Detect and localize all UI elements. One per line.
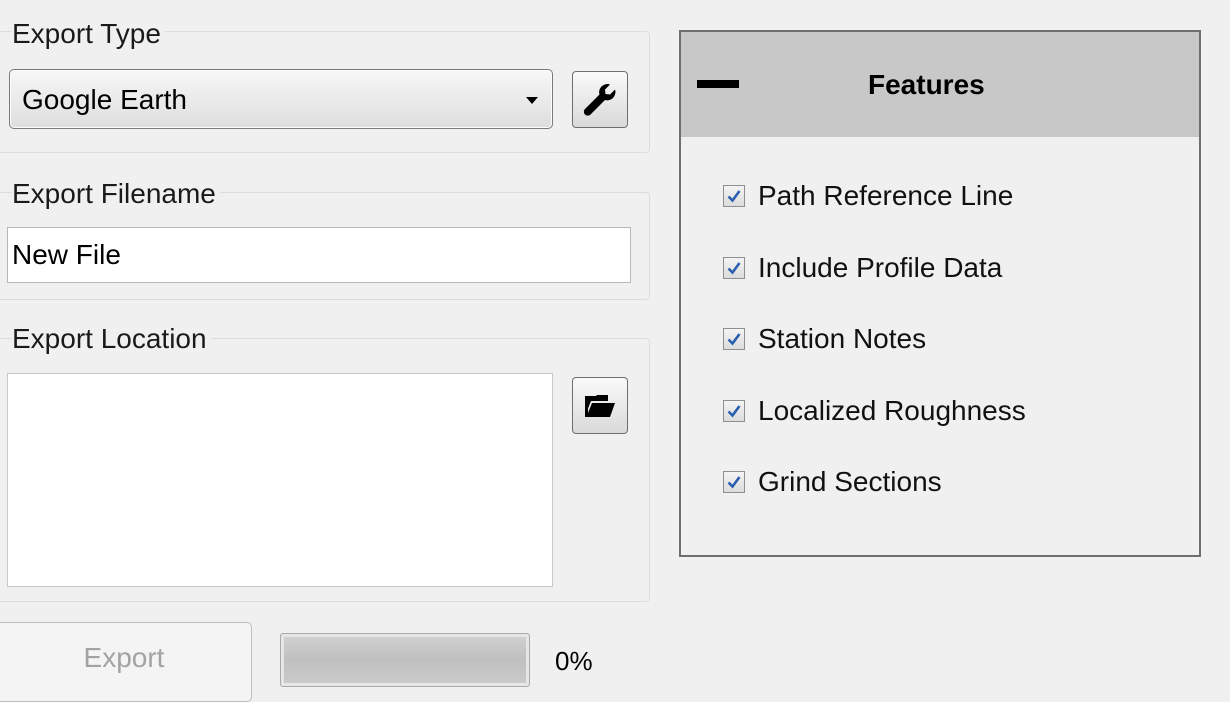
browse-location-button[interactable]: [572, 377, 628, 434]
features-panel: Features Path Reference Line Include Pro…: [679, 30, 1201, 557]
export-settings-button[interactable]: [572, 71, 628, 128]
feature-grind-sections[interactable]: Grind Sections: [723, 465, 942, 499]
checkmark-icon: [727, 262, 741, 275]
checkmark-icon: [727, 405, 741, 418]
export-type-dropdown[interactable]: Google Earth: [9, 69, 553, 129]
checkbox[interactable]: [723, 471, 745, 493]
export-type-label: Export Type: [12, 18, 165, 50]
export-location-field[interactable]: [7, 373, 553, 587]
minus-icon: [697, 80, 739, 88]
feature-label: Grind Sections: [758, 466, 942, 497]
feature-label: Path Reference Line: [758, 180, 1014, 211]
checkmark-icon: [727, 476, 741, 489]
folder-open-icon: [585, 394, 615, 417]
chevron-down-icon: [526, 97, 538, 104]
feature-localized-roughness[interactable]: Localized Roughness: [723, 394, 1026, 428]
feature-include-profile-data[interactable]: Include Profile Data: [723, 251, 1002, 285]
checkbox[interactable]: [723, 257, 745, 279]
export-type-selected-value: Google Earth: [22, 84, 187, 115]
feature-label: Include Profile Data: [758, 252, 1003, 283]
checkbox[interactable]: [723, 185, 745, 207]
features-header: Features: [681, 32, 1199, 137]
export-progress-text: 0%: [555, 646, 593, 676]
wrench-icon: [583, 83, 616, 116]
features-title: Features: [868, 69, 985, 100]
checkbox[interactable]: [723, 328, 745, 350]
export-progress-bar: [280, 633, 530, 687]
collapse-features-button[interactable]: [697, 80, 739, 90]
checkmark-icon: [727, 333, 741, 346]
feature-label: Station Notes: [758, 323, 927, 354]
export-filename-label: Export Filename: [12, 178, 220, 210]
feature-label: Localized Roughness: [758, 395, 1026, 426]
export-location-label: Export Location: [12, 323, 211, 355]
feature-station-notes[interactable]: Station Notes: [723, 322, 926, 356]
checkbox[interactable]: [723, 400, 745, 422]
export-button[interactable]: Export: [0, 622, 252, 702]
feature-path-reference-line[interactable]: Path Reference Line: [723, 179, 1013, 213]
checkmark-icon: [727, 190, 741, 203]
export-filename-field[interactable]: [7, 227, 631, 283]
